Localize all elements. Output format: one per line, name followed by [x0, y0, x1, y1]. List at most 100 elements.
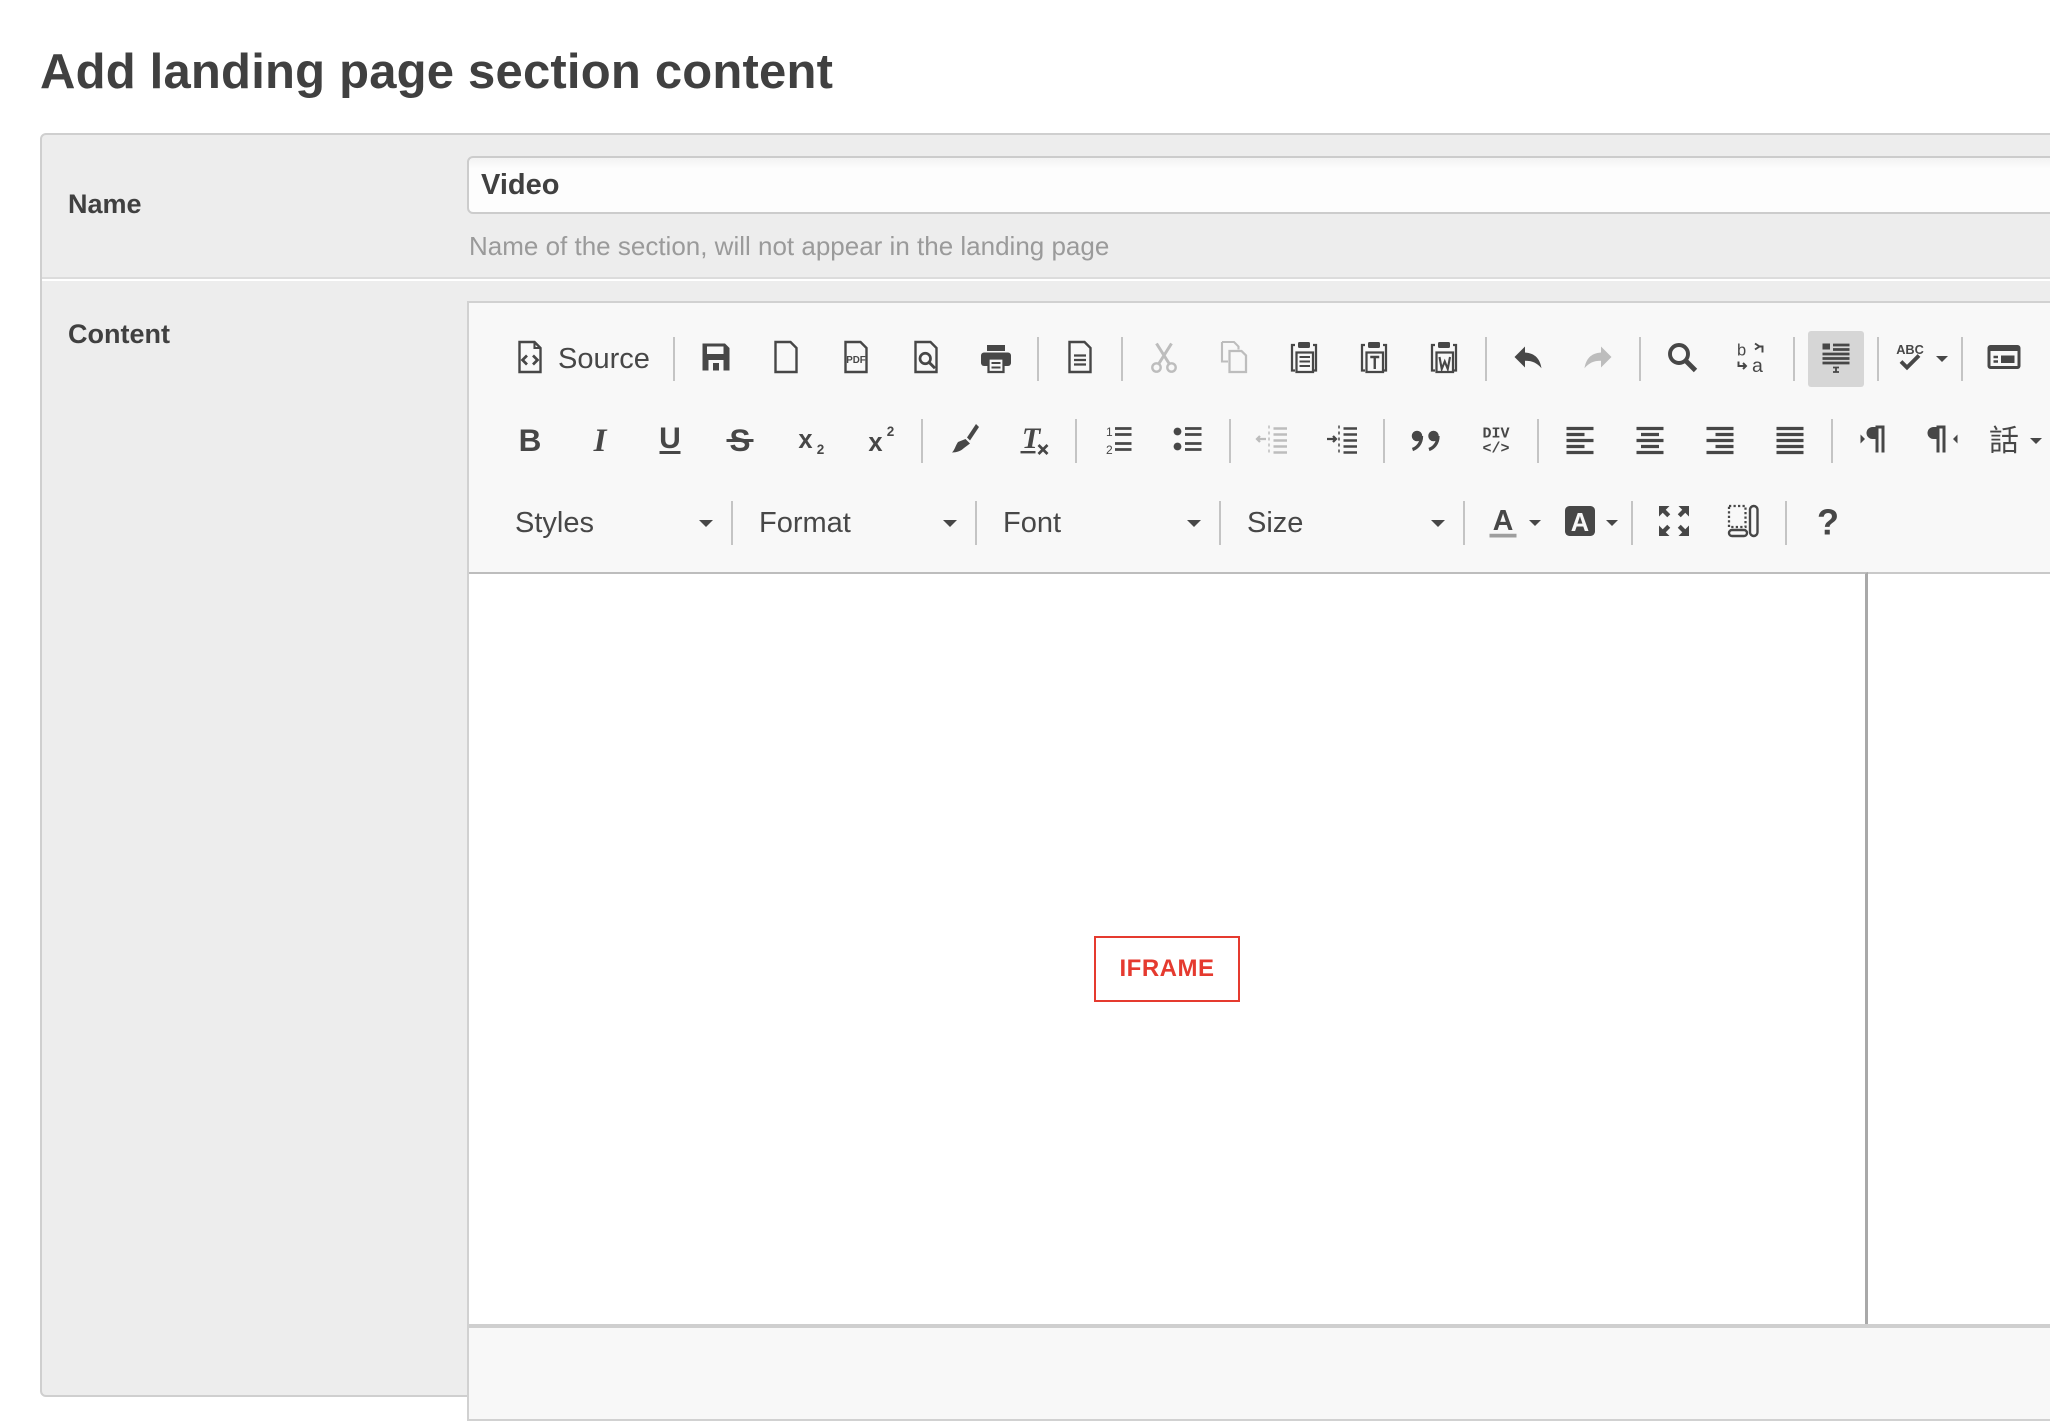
page-title: Add landing page section content [40, 45, 834, 99]
redo-icon [1580, 339, 1616, 380]
subscript-button[interactable]: x2 [782, 413, 838, 469]
paste-word-button[interactable] [1416, 331, 1472, 387]
font-combo-label: Font [1003, 506, 1062, 539]
pdf-icon: PDF [838, 339, 874, 380]
blockquote-icon [1408, 421, 1444, 462]
toolbar-separator [672, 337, 675, 381]
chevron-down-icon [1187, 519, 1201, 527]
numbered-list-button[interactable]: 12 [1090, 413, 1146, 469]
toolbar-separator [1785, 501, 1787, 545]
paintbrush-icon [946, 421, 982, 462]
blockquote-button[interactable] [1398, 413, 1454, 469]
align-right-button[interactable] [1692, 413, 1748, 469]
div-container-button[interactable]: DIV </> [1468, 413, 1524, 469]
toolbar-separator [1831, 419, 1833, 463]
source-button[interactable]: Source [502, 331, 660, 387]
remove-format-icon: T [1016, 421, 1052, 462]
toolbar-separator [1876, 337, 1879, 381]
source-icon [512, 339, 548, 380]
svg-text:2: 2 [887, 424, 895, 439]
toolbar-separator [1792, 337, 1795, 381]
redo-button[interactable] [1570, 331, 1626, 387]
underline-button[interactable]: U [642, 413, 698, 469]
justify-icon [1772, 421, 1808, 462]
font-combo[interactable]: Font [983, 495, 1213, 551]
copy-formatting-button[interactable] [936, 413, 992, 469]
svg-text:PDF: PDF [846, 355, 866, 366]
maximize-button[interactable] [1646, 495, 1702, 551]
show-blocks-button[interactable] [1716, 495, 1772, 551]
spellcheck-button[interactable]: ABC [1892, 331, 1948, 387]
text-direction-rtl-icon [1926, 421, 1962, 462]
svg-text:T: T [1022, 422, 1042, 455]
svg-text:U: U [659, 422, 681, 455]
help-icon: ? [1810, 501, 1846, 544]
preview-button[interactable] [898, 331, 954, 387]
styles-combo[interactable]: Styles [495, 495, 725, 551]
show-blocks-icon [1726, 503, 1762, 544]
select-all-button[interactable] [1807, 331, 1864, 387]
toolbar-separator [1484, 337, 1487, 381]
content-label: Content [68, 319, 170, 349]
align-left-button[interactable] [1552, 413, 1608, 469]
print-icon [978, 339, 1014, 380]
text-direction-rtl-button[interactable] [1916, 413, 1972, 469]
print-button[interactable] [968, 331, 1024, 387]
toolbar-separator [1463, 501, 1465, 545]
spellcheck-icon: ABC [1892, 339, 1928, 380]
save-button[interactable] [688, 331, 744, 387]
align-center-button[interactable] [1622, 413, 1678, 469]
form-button[interactable] [1976, 331, 2032, 387]
superscript-button[interactable]: x2 [852, 413, 908, 469]
copy-button[interactable] [1206, 331, 1262, 387]
size-combo[interactable]: Size [1227, 495, 1457, 551]
styles-combo-label: Styles [515, 506, 594, 539]
bold-button[interactable]: B [502, 413, 558, 469]
paste-text-button[interactable] [1346, 331, 1402, 387]
find-button[interactable] [1654, 331, 1710, 387]
text-direction-ltr-button[interactable] [1846, 413, 1902, 469]
cut-button[interactable] [1136, 331, 1192, 387]
strikethrough-button[interactable]: S [712, 413, 768, 469]
svg-text:2: 2 [1106, 443, 1113, 457]
outdent-button[interactable] [1244, 413, 1300, 469]
chevron-down-icon [1935, 356, 1948, 362]
svg-text:B: B [519, 422, 542, 457]
cut-icon [1146, 339, 1182, 380]
maximize-icon [1656, 503, 1692, 544]
templates-button[interactable] [1052, 331, 1108, 387]
toolbar-row-1: Source PDF ba ABC [495, 329, 2039, 389]
svg-text:1: 1 [1106, 425, 1113, 439]
background-color-icon: A [1562, 503, 1598, 544]
svg-text:x: x [868, 429, 882, 457]
remove-format-button[interactable]: T [1006, 413, 1062, 469]
new-page-button[interactable] [758, 331, 814, 387]
about-button[interactable]: ? [1800, 495, 1856, 551]
indent-button[interactable] [1314, 413, 1370, 469]
align-right-icon [1702, 421, 1738, 462]
italic-button[interactable]: I [572, 413, 628, 469]
editor-content-area[interactable]: IFRAME [469, 572, 1868, 1326]
text-color-button[interactable]: A [1485, 495, 1541, 551]
strikethrough-icon: S [722, 421, 758, 462]
bulleted-list-button[interactable] [1160, 413, 1216, 469]
export-pdf-button[interactable]: PDF [828, 331, 884, 387]
svg-text:A: A [1571, 508, 1589, 536]
language-button[interactable]: 話 [1986, 413, 2042, 469]
save-icon [698, 339, 734, 380]
replace-button[interactable]: ba [1724, 331, 1780, 387]
bulleted-list-icon [1170, 421, 1206, 462]
undo-button[interactable] [1500, 331, 1556, 387]
form-icon [1986, 339, 2022, 380]
background-color-button[interactable]: A [1562, 495, 1618, 551]
name-help-text: Name of the section, will not appear in … [469, 231, 1110, 261]
paste-button[interactable] [1276, 331, 1332, 387]
justify-button[interactable] [1762, 413, 1818, 469]
size-combo-label: Size [1247, 506, 1304, 539]
format-combo[interactable]: Format [739, 495, 969, 551]
align-left-icon [1562, 421, 1598, 462]
name-input[interactable] [467, 156, 2050, 214]
iframe-placeholder[interactable]: IFRAME [1094, 936, 1240, 1002]
toolbar-separator [1383, 419, 1385, 463]
editor-bottom-border [469, 1324, 2050, 1328]
